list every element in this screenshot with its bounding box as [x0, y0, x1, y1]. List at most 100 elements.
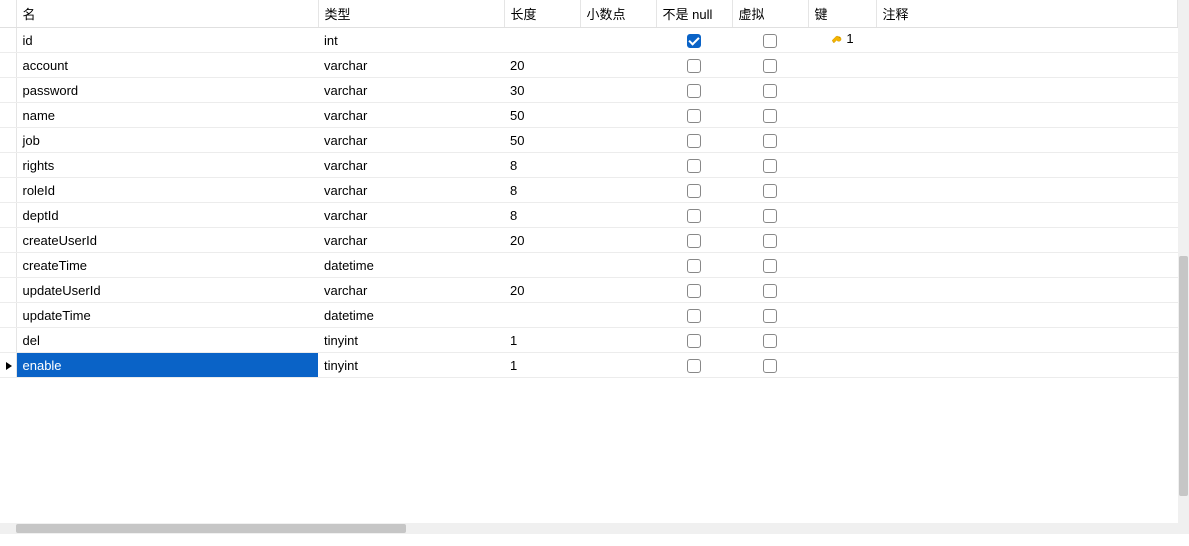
cell-length[interactable]: 50 [504, 103, 580, 128]
header-comment[interactable]: 注释 [876, 0, 1178, 28]
notnull-checkbox[interactable] [687, 84, 701, 98]
table-row[interactable]: updateTimedatetime [0, 303, 1178, 328]
table-row[interactable]: deltinyint1 [0, 328, 1178, 353]
virtual-checkbox[interactable] [763, 84, 777, 98]
virtual-checkbox[interactable] [763, 259, 777, 273]
cell-name[interactable]: updateUserId [16, 278, 318, 303]
virtual-checkbox[interactable] [763, 309, 777, 323]
cell-comment[interactable] [876, 228, 1178, 253]
table-row[interactable]: enabletinyint1 [0, 353, 1178, 378]
cell-type[interactable]: varchar [318, 53, 504, 78]
cell-type[interactable]: varchar [318, 153, 504, 178]
cell-decimal[interactable] [580, 178, 656, 203]
cell-comment[interactable] [876, 203, 1178, 228]
cell-virtual[interactable] [732, 203, 808, 228]
cell-length[interactable]: 8 [504, 153, 580, 178]
cell-length[interactable] [504, 28, 580, 53]
cell-comment[interactable] [876, 103, 1178, 128]
notnull-checkbox[interactable] [687, 284, 701, 298]
table-row[interactable]: jobvarchar50 [0, 128, 1178, 153]
cell-key[interactable] [808, 228, 876, 253]
cell-type[interactable]: datetime [318, 253, 504, 278]
row-gutter[interactable] [0, 178, 16, 203]
cell-virtual[interactable] [732, 353, 808, 378]
cell-type[interactable]: tinyint [318, 328, 504, 353]
cell-comment[interactable] [876, 153, 1178, 178]
cell-type[interactable]: datetime [318, 303, 504, 328]
cell-decimal[interactable] [580, 78, 656, 103]
cell-name[interactable]: createUserId [16, 228, 318, 253]
cell-key[interactable] [808, 178, 876, 203]
cell-key[interactable] [808, 153, 876, 178]
table-row[interactable]: createTimedatetime [0, 253, 1178, 278]
cell-virtual[interactable] [732, 178, 808, 203]
cell-virtual[interactable] [732, 78, 808, 103]
cell-type[interactable]: varchar [318, 203, 504, 228]
row-gutter[interactable] [0, 353, 16, 378]
cell-key[interactable] [808, 328, 876, 353]
vertical-scrollbar-thumb[interactable] [1179, 256, 1188, 496]
cell-comment[interactable] [876, 328, 1178, 353]
cell-comment[interactable] [876, 78, 1178, 103]
notnull-checkbox[interactable] [687, 184, 701, 198]
cell-name[interactable]: updateTime [16, 303, 318, 328]
header-virtual[interactable]: 虚拟 [732, 0, 808, 28]
notnull-checkbox[interactable] [687, 359, 701, 373]
cell-notnull[interactable] [656, 28, 732, 53]
header-type[interactable]: 类型 [318, 0, 504, 28]
cell-name[interactable]: name [16, 103, 318, 128]
cell-key[interactable] [808, 53, 876, 78]
cell-comment[interactable] [876, 128, 1178, 153]
virtual-checkbox[interactable] [763, 184, 777, 198]
cell-comment[interactable] [876, 53, 1178, 78]
virtual-checkbox[interactable] [763, 109, 777, 123]
cell-key[interactable] [808, 253, 876, 278]
cell-type[interactable]: varchar [318, 278, 504, 303]
table-row[interactable]: passwordvarchar30 [0, 78, 1178, 103]
virtual-checkbox[interactable] [763, 134, 777, 148]
cell-notnull[interactable] [656, 228, 732, 253]
cell-notnull[interactable] [656, 78, 732, 103]
cell-decimal[interactable] [580, 153, 656, 178]
cell-notnull[interactable] [656, 128, 732, 153]
cell-type[interactable]: varchar [318, 228, 504, 253]
cell-key[interactable] [808, 278, 876, 303]
cell-name[interactable]: deptId [16, 203, 318, 228]
row-gutter[interactable] [0, 328, 16, 353]
cell-decimal[interactable] [580, 278, 656, 303]
virtual-checkbox[interactable] [763, 334, 777, 348]
notnull-checkbox[interactable] [687, 34, 701, 48]
cell-notnull[interactable] [656, 178, 732, 203]
cell-decimal[interactable] [580, 328, 656, 353]
cell-decimal[interactable] [580, 128, 656, 153]
cell-notnull[interactable] [656, 53, 732, 78]
virtual-checkbox[interactable] [763, 359, 777, 373]
cell-notnull[interactable] [656, 153, 732, 178]
cell-virtual[interactable] [732, 153, 808, 178]
cell-name[interactable]: job [16, 128, 318, 153]
row-gutter[interactable] [0, 203, 16, 228]
table-row[interactable]: namevarchar50 [0, 103, 1178, 128]
cell-comment[interactable] [876, 28, 1178, 53]
cell-virtual[interactable] [732, 53, 808, 78]
cell-length[interactable]: 1 [504, 328, 580, 353]
notnull-checkbox[interactable] [687, 109, 701, 123]
header-key[interactable]: 键 [808, 0, 876, 28]
cell-type[interactable]: varchar [318, 103, 504, 128]
row-gutter[interactable] [0, 128, 16, 153]
cell-name[interactable]: del [16, 328, 318, 353]
row-gutter[interactable] [0, 53, 16, 78]
cell-virtual[interactable] [732, 28, 808, 53]
notnull-checkbox[interactable] [687, 134, 701, 148]
cell-decimal[interactable] [580, 353, 656, 378]
table-row[interactable]: idint1 [0, 28, 1178, 53]
cell-name[interactable]: id [16, 28, 318, 53]
notnull-checkbox[interactable] [687, 59, 701, 73]
cell-type[interactable]: varchar [318, 78, 504, 103]
cell-comment[interactable] [876, 353, 1178, 378]
cell-type[interactable]: tinyint [318, 353, 504, 378]
cell-length[interactable]: 50 [504, 128, 580, 153]
virtual-checkbox[interactable] [763, 34, 777, 48]
cell-length[interactable]: 20 [504, 228, 580, 253]
header-decimal[interactable]: 小数点 [580, 0, 656, 28]
